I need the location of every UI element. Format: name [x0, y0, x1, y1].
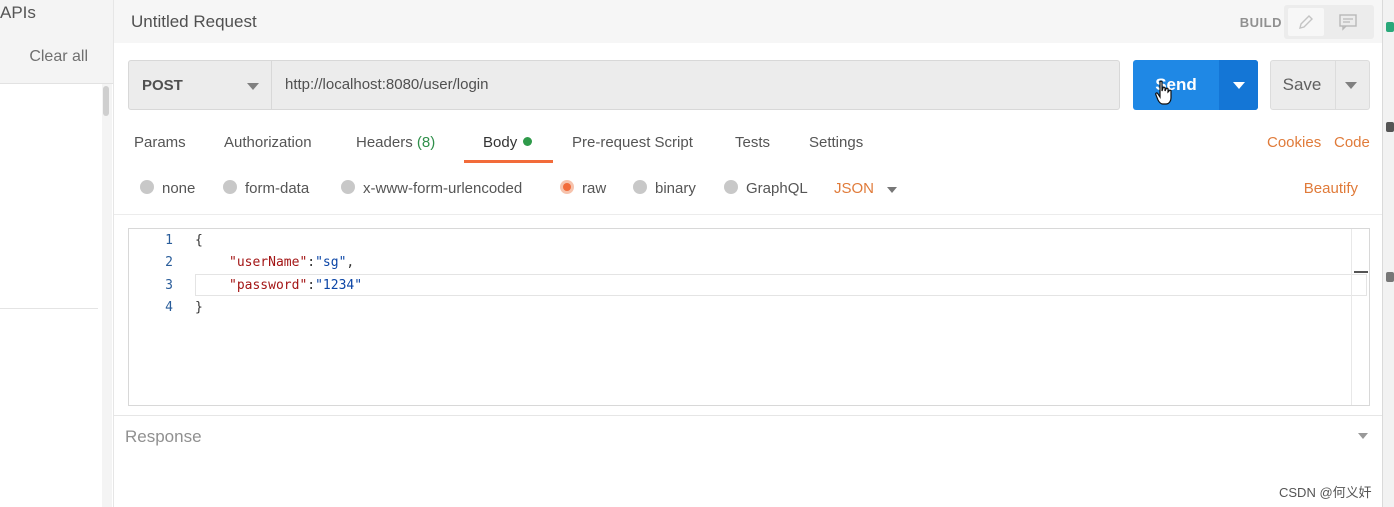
body-type-form-data[interactable]: form-data	[223, 180, 309, 197]
tab-tests[interactable]: Tests	[735, 134, 770, 151]
json-key: "userName"	[229, 255, 308, 270]
radio-icon	[724, 180, 738, 194]
editor-scrollbar[interactable]	[1351, 229, 1369, 405]
body-type-label: binary	[655, 180, 696, 197]
body-type-label: raw	[582, 180, 607, 197]
radio-icon	[140, 180, 154, 194]
json-value: "1234"	[315, 278, 363, 293]
open-brace: {	[195, 233, 203, 248]
json-colon: :	[307, 255, 316, 270]
line-number: 2	[165, 255, 173, 270]
tab-pre-request-script[interactable]: Pre-request Script	[572, 134, 693, 151]
code-area[interactable]: { "userName":"sg", "password":"1234" }	[195, 229, 1367, 405]
active-line-highlight	[195, 274, 1367, 296]
code-line: "password":"1234"	[229, 278, 362, 293]
comments-button[interactable]	[1330, 8, 1366, 36]
tab-headers-label: Headers	[356, 134, 413, 151]
save-options-chevron-icon[interactable]	[1345, 82, 1357, 89]
maven-icon[interactable]	[1386, 122, 1394, 132]
save-button-group: Save	[1270, 60, 1370, 110]
radio-icon	[341, 180, 355, 194]
code-line: {	[195, 233, 203, 248]
url-input[interactable]: http://localhost:8080/user/login	[271, 60, 1120, 110]
body-status-dot	[523, 137, 533, 146]
send-button-group: Send	[1133, 60, 1258, 110]
request-header: Untitled Request BUILD	[114, 0, 1382, 43]
close-brace: }	[195, 300, 203, 315]
beautify-button[interactable]: Beautify	[1304, 180, 1358, 197]
json-colon: :	[307, 278, 316, 293]
sidebar-scroll-track	[102, 84, 112, 507]
active-tab-indicator	[464, 160, 553, 163]
raw-format-select[interactable]: JSON	[834, 180, 874, 197]
section-divider	[114, 214, 1382, 215]
body-type-label: form-data	[245, 180, 310, 197]
hand-cursor-icon	[1155, 80, 1172, 105]
code-link[interactable]: Code	[1334, 134, 1370, 151]
chevron-down-icon	[1233, 82, 1245, 89]
request-tabs: Params Authorization Headers (8) Body Pr…	[114, 126, 1382, 166]
json-key: "password"	[229, 278, 308, 293]
body-type-label: x-www-form-urlencoded	[363, 180, 523, 197]
request-panel: Untitled Request BUILD POST http://local…	[114, 0, 1382, 507]
line-number: 1	[165, 233, 173, 248]
body-type-raw[interactable]: raw	[560, 180, 606, 197]
method-select[interactable]: POST	[128, 60, 272, 110]
response-divider	[114, 415, 1382, 416]
body-type-binary[interactable]: binary	[633, 180, 696, 197]
right-side-toolbar	[1382, 0, 1394, 507]
tab-body[interactable]: Body	[483, 134, 533, 151]
body-type-selector: none form-data x-www-form-urlencoded raw…	[114, 175, 1382, 205]
request-title[interactable]: Untitled Request	[131, 12, 257, 32]
mode-switcher	[1284, 5, 1374, 39]
database-icon[interactable]	[1386, 22, 1394, 32]
line-number-gutter: 1 2 3 4	[129, 229, 187, 405]
chevron-down-icon	[247, 83, 259, 90]
pencil-icon	[1299, 15, 1313, 29]
tab-headers[interactable]: Headers (8)	[356, 134, 435, 151]
radio-icon	[223, 180, 237, 194]
body-type-label: GraphQL	[746, 180, 808, 197]
tab-authorization[interactable]: Authorization	[224, 134, 312, 151]
save-divider	[1335, 61, 1336, 109]
chevron-down-icon[interactable]	[1358, 433, 1368, 439]
body-type-urlencoded[interactable]: x-www-form-urlencoded	[341, 180, 522, 197]
sidebar-scrollbar[interactable]	[103, 86, 109, 116]
structure-icon[interactable]	[1386, 272, 1394, 282]
tab-params[interactable]: Params	[134, 134, 186, 151]
code-line: "userName":"sg",	[229, 255, 354, 270]
code-line: }	[195, 300, 203, 315]
edit-mode-button[interactable]	[1288, 8, 1324, 36]
radio-selected-icon	[560, 180, 574, 194]
line-number: 3	[165, 278, 173, 293]
send-button[interactable]: Send	[1133, 60, 1219, 110]
json-value: "sg"	[315, 255, 347, 270]
cookies-link[interactable]: Cookies	[1267, 134, 1321, 151]
line-number: 4	[165, 300, 173, 315]
sidebar-tab-apis[interactable]: APIs	[0, 3, 36, 23]
sidebar-header: APIs Clear all	[0, 0, 113, 84]
body-type-none[interactable]: none	[140, 180, 195, 197]
clear-all-button[interactable]: Clear all	[29, 48, 88, 66]
headers-count-badge: (8)	[416, 134, 436, 151]
radio-icon	[633, 180, 647, 194]
body-type-label: none	[162, 180, 196, 197]
chevron-down-icon[interactable]	[887, 187, 897, 193]
history-sidebar: APIs Clear all	[0, 0, 114, 507]
comment-icon	[1339, 14, 1357, 31]
tab-body-label: Body	[483, 134, 518, 151]
send-options-button[interactable]	[1219, 60, 1258, 110]
body-editor[interactable]: 1 2 3 4 { "userName":"sg", "password":"1…	[128, 228, 1370, 406]
body-type-graphql[interactable]: GraphQL	[724, 180, 808, 197]
watermark: CSDN @何义奸	[1279, 485, 1372, 500]
sidebar-divider	[0, 308, 98, 309]
mode-label: BUILD	[1239, 15, 1282, 30]
response-section-title: Response	[125, 427, 202, 446]
tab-settings[interactable]: Settings	[809, 134, 863, 151]
save-button[interactable]: Save	[1271, 61, 1333, 109]
scroll-thumb[interactable]	[1354, 271, 1368, 273]
json-comma: ,	[346, 255, 355, 270]
method-value: POST	[142, 77, 183, 94]
